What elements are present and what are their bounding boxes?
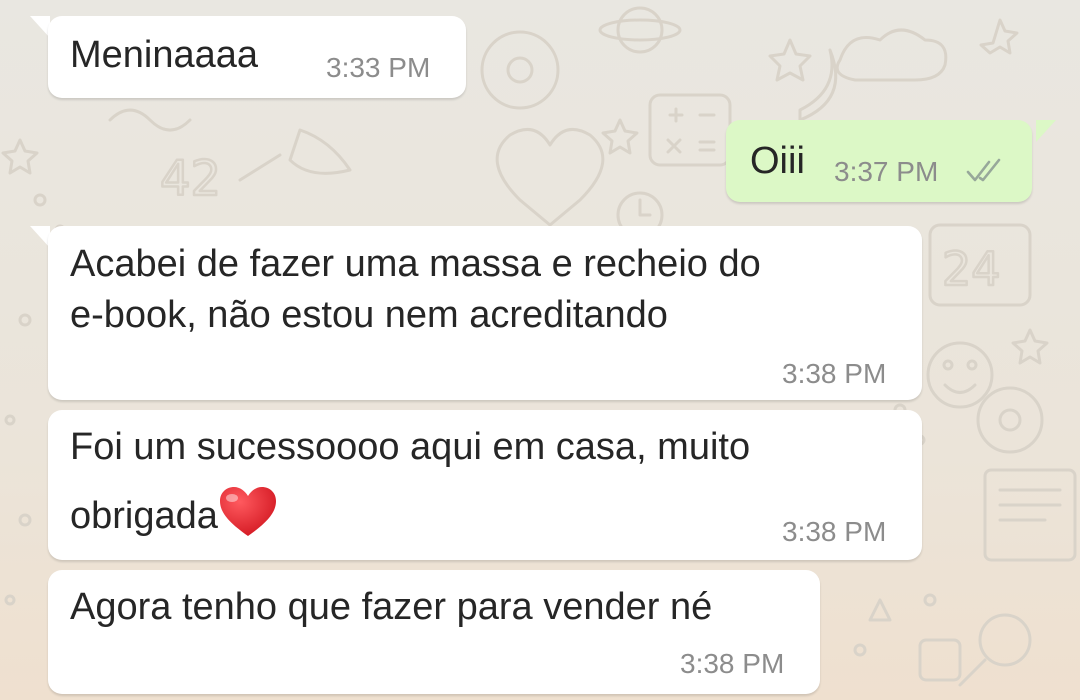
message-text-line: Acabei de fazer uma massa e recheio do [70,243,761,285]
message-timestamp: 3:38 PM [680,648,785,679]
bubble-tail [30,16,50,38]
message-text: Agora tenho que fazer para vender né [70,586,713,628]
message-timestamp: 3:33 PM [326,52,431,83]
message-timestamp: 3:38 PM [782,358,887,389]
message-text: Oiii [750,140,805,182]
message-text-line: e-book, não estou nem acreditando [70,294,668,336]
message-bubble-incoming[interactable]: Meninaaaa 3:33 PM [48,16,466,98]
message-bubble-incoming[interactable]: Agora tenho que fazer para vender né 3:3… [48,570,820,694]
svg-text:42: 42 [160,151,221,207]
message-bubble-incoming[interactable]: Acabei de fazer uma massa e recheio do e… [48,226,922,400]
message-bubble-incoming[interactable]: Foi um sucessoooo aqui em casa, muito ob… [48,410,922,560]
message-text: Meninaaaa [70,34,259,76]
message-timestamp: 3:37 PM [834,156,939,187]
bubble-tail [1036,120,1056,142]
message-bubble-outgoing[interactable]: Oiii 3:37 PM [726,120,1032,202]
message-text-line: obrigada [70,486,278,542]
message-text-fragment: obrigada [70,495,218,537]
message-text-line: Foi um sucessoooo aqui em casa, muito [70,426,751,468]
svg-text:24: 24 [942,242,1001,296]
double-check-icon [966,158,1001,182]
bubble-tail [30,226,50,248]
red-heart-emoji-icon [219,487,276,536]
message-timestamp: 3:38 PM [782,516,887,547]
